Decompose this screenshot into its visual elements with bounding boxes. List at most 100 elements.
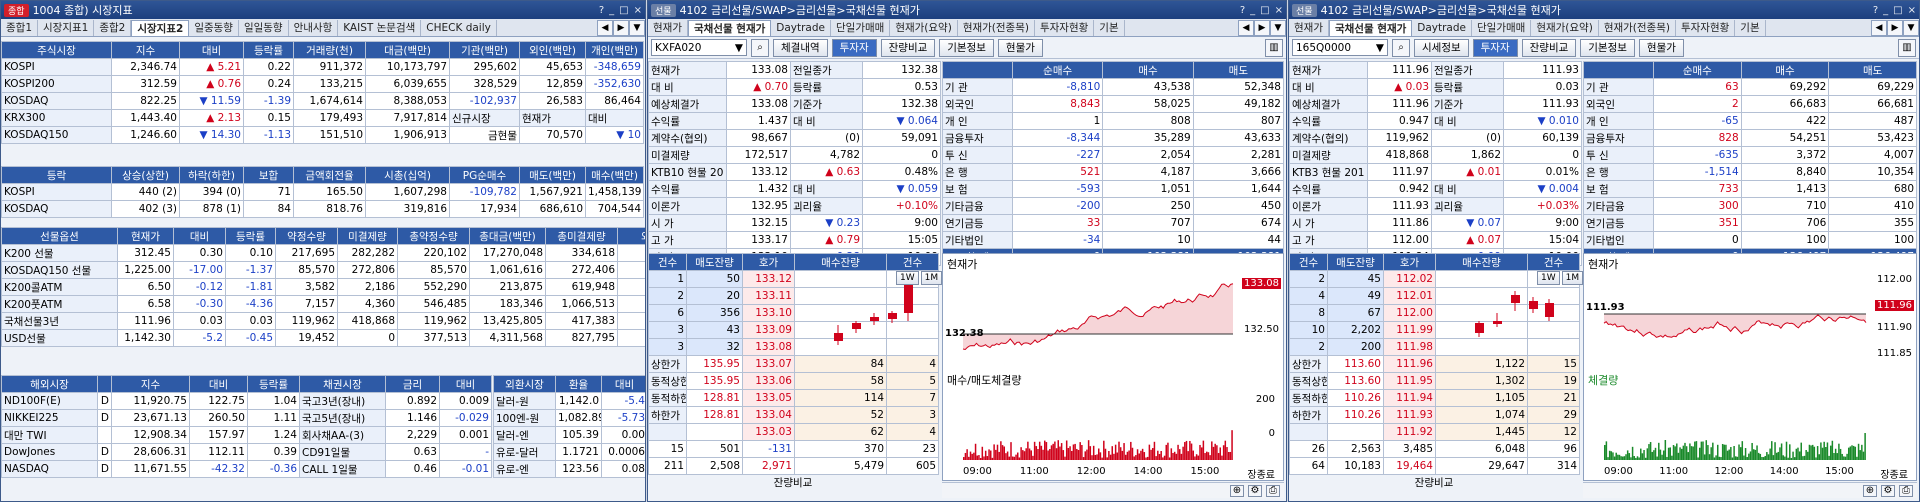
tab-prev-icon[interactable]: ◀	[597, 20, 613, 36]
column-header[interactable]: 해외시장	[1, 375, 98, 393]
tab-w1-5[interactable]: 일일동향	[239, 20, 289, 36]
table-row[interactable]: 기 관 -8,810 43,538 52,348	[942, 78, 1285, 96]
chart-icon[interactable]: ▥	[1265, 38, 1283, 57]
bid-row[interactable]: 111.92 1,445 12	[1289, 423, 1580, 441]
bid-row[interactable]: 동적하한 128.81 133.05 114 7	[648, 389, 939, 407]
column-header[interactable]: 금액회전율	[293, 166, 366, 184]
tab-w2-4[interactable]: 현재가(요약)	[890, 20, 958, 36]
tab-w2-7[interactable]: 기본	[1094, 20, 1125, 36]
tab-w3-6[interactable]: 투자자현황	[1676, 20, 1736, 36]
table-row[interactable]: 기타금융 300 710 410	[1583, 197, 1917, 215]
bid-row[interactable]: 하한가 110.26 111.93 1,074 29	[1289, 406, 1580, 424]
table-row[interactable]: CALL 1일물 0.46 -0.01	[299, 460, 492, 478]
tab-w3-5[interactable]: 현재가(전종목)	[1599, 20, 1676, 36]
column-header[interactable]: 총약정수량	[397, 227, 470, 245]
column-header[interactable]: 거래량(천)	[293, 41, 366, 59]
column-header[interactable]: 대비	[439, 375, 492, 393]
tab-w1-8[interactable]: CHECK daily	[421, 20, 497, 36]
column-header[interactable]: 보합	[243, 166, 294, 184]
column-header[interactable]: 대비	[173, 227, 226, 245]
table-row[interactable]: 외국인 8,843 58,025 49,182	[942, 95, 1285, 113]
column-header[interactable]: 순매수	[1653, 61, 1742, 79]
chart-icon[interactable]: ▥	[1898, 38, 1916, 57]
ask-price[interactable]: 133.10	[742, 304, 795, 322]
tab-w2-0[interactable]: 현재가	[648, 20, 688, 36]
tab-menu-icon[interactable]: ▼	[629, 20, 645, 36]
table-row[interactable]: 기타법인 0 100 100	[1583, 231, 1917, 249]
column-header[interactable]: 매수(백만)	[585, 166, 644, 184]
column-header[interactable]: 선물옵션	[1, 227, 118, 245]
button-1[interactable]: 투자자	[831, 38, 877, 57]
price-chart[interactable]: 현재가 체결량 111.96 111.93 112.00 111.90 111.8…	[1583, 253, 1917, 481]
ask-price[interactable]: 133.09	[742, 321, 795, 339]
table-row[interactable]: USD선물 1,142.30 -5.2 -0.45 19,452 0 377,513 4,31…	[1, 329, 645, 347]
column-header[interactable]: 대금(백만)	[365, 41, 450, 59]
tab-next-icon[interactable]: ▶	[613, 20, 629, 36]
table-row[interactable]: NIKKEI225 D 23,671.13 260.50 1.11	[1, 409, 300, 427]
tab-next-icon[interactable]: ▶	[1254, 20, 1270, 36]
code-input[interactable]: KXFA020 ▼	[651, 39, 747, 56]
title-bar[interactable]: 선물 4102 금리선물/SWAP>금리선물>국채선물 현재가? _ □ ×	[648, 1, 1286, 19]
tab-w2-3[interactable]: 단일가매매	[831, 20, 891, 36]
table-row[interactable]: NASDAQ D 11,671.55 -42.32 -0.36	[1, 460, 300, 478]
table-row[interactable]: 연기금등 33 707 674	[942, 214, 1285, 232]
button-4[interactable]: 현물가	[997, 38, 1043, 57]
tab-prev-icon[interactable]: ◀	[1871, 20, 1887, 36]
tab-next-icon[interactable]: ▶	[1887, 20, 1903, 36]
table-row[interactable]: KOSPI 440 (2) 394 (0) 71 165.50 1,607,298 -109…	[1, 183, 644, 201]
column-header[interactable]: 대비	[179, 41, 244, 59]
bid-price[interactable]: 111.95	[1383, 372, 1436, 390]
help-icon[interactable]: ?	[1873, 5, 1878, 16]
column-header[interactable]: 대비	[601, 375, 645, 393]
column-header[interactable]: 등락	[1, 166, 112, 184]
table-row[interactable]: DowJones D 28,606.31 112.11 0.39	[1, 443, 300, 461]
tab-w3-4[interactable]: 현재가(요약)	[1531, 20, 1599, 36]
period-1m[interactable]: 1M	[1561, 271, 1584, 285]
bid-row[interactable]: 동적하한 110.26 111.94 1,105 21	[1289, 389, 1580, 407]
tab-w1-7[interactable]: KAIST 논문검색	[338, 20, 422, 36]
table-row[interactable]: KOSDAQ 822.25 ▼ 11.59 -1.39 1,674,614 8,388,0…	[1, 92, 644, 110]
bid-row[interactable]: 하한가 128.81 133.04 52 3	[648, 406, 939, 424]
code-input[interactable]: 165Q0000 ▼	[1292, 39, 1388, 56]
column-header[interactable]: 매수	[1740, 61, 1830, 79]
ask-price[interactable]: 112.00	[1383, 304, 1436, 322]
table-row[interactable]: 국고3년(장내) 0.892 0.009	[299, 392, 492, 410]
period-1w[interactable]: 1W	[1537, 271, 1560, 285]
table-row[interactable]: 달러-엔 105.39 0.00	[493, 426, 645, 444]
maximize-icon[interactable]: □	[1893, 5, 1902, 16]
bid-price[interactable]: 133.03	[742, 423, 795, 441]
column-header[interactable]: 현재가	[117, 227, 174, 245]
table-row[interactable]: 연기금등 351 706 355	[1583, 214, 1917, 232]
close-icon[interactable]: ×	[1908, 5, 1916, 16]
tab-w1-2[interactable]: 종합2	[94, 20, 132, 36]
table-row[interactable]: K200 선물 312.45 0.30 0.10 217,695 282,282 220,1…	[1, 244, 645, 262]
table-row[interactable]: 개 인 -65 422 487	[1583, 112, 1917, 130]
column-header[interactable]: 금리	[385, 375, 440, 393]
zoom-icon[interactable]: ⊕	[1230, 484, 1244, 497]
button-3[interactable]: 기본정보	[1580, 38, 1635, 57]
bid-price[interactable]: 133.06	[742, 372, 795, 390]
table-row[interactable]: 100엔-원 1,082.89 -5.73	[493, 409, 645, 427]
table-row[interactable]: KOSDAQ 402 (3) 878 (1) 84 818.76 319,816 17,93…	[1, 200, 644, 218]
ask-price[interactable]: 133.11	[742, 287, 795, 305]
table-row[interactable]: 은 행 521 4,187 3,666	[942, 163, 1285, 181]
bid-price[interactable]: 111.96	[1383, 355, 1436, 373]
tab-w2-2[interactable]: Daytrade	[771, 20, 831, 36]
table-row[interactable]: KRX300 1,443.40 ▲ 2.13 0.15 179,493 7,917,814…	[1, 109, 644, 127]
column-header[interactable]: 등락률	[247, 375, 300, 393]
table-row[interactable]: 유로-달러 1.1721 0.0006	[493, 443, 645, 461]
column-header[interactable]: 순매수	[1011, 61, 1104, 79]
tab-w3-3[interactable]: 단일가매매	[1472, 20, 1532, 36]
column-header[interactable]: 채권시장	[299, 375, 386, 393]
tab-w1-4[interactable]: 일중동향	[189, 20, 239, 36]
table-row[interactable]: 국고5년(장내) 1.146 -0.029	[299, 409, 492, 427]
table-row[interactable]: 은 행 -1,514 8,840 10,354	[1583, 163, 1917, 181]
table-row[interactable]: K200콜ATM 6.50 -0.12 -1.81 3,582 2,186 552,290 2…	[1, 278, 645, 296]
tab-menu-icon[interactable]: ▼	[1270, 20, 1286, 36]
tab-w1-3[interactable]: 시장지표2	[131, 20, 190, 36]
column-header[interactable]: 총대금(백만)	[469, 227, 546, 245]
column-header[interactable]: 상승(상한)	[111, 166, 180, 184]
column-header[interactable]: 등락률	[225, 227, 276, 245]
price-chart[interactable]: 현재가 매수/매도체결량 133.08 132.38 132.50 200 0 0…	[942, 253, 1284, 481]
table-row[interactable]: 투 신 -227 2,054 2,281	[942, 146, 1285, 164]
